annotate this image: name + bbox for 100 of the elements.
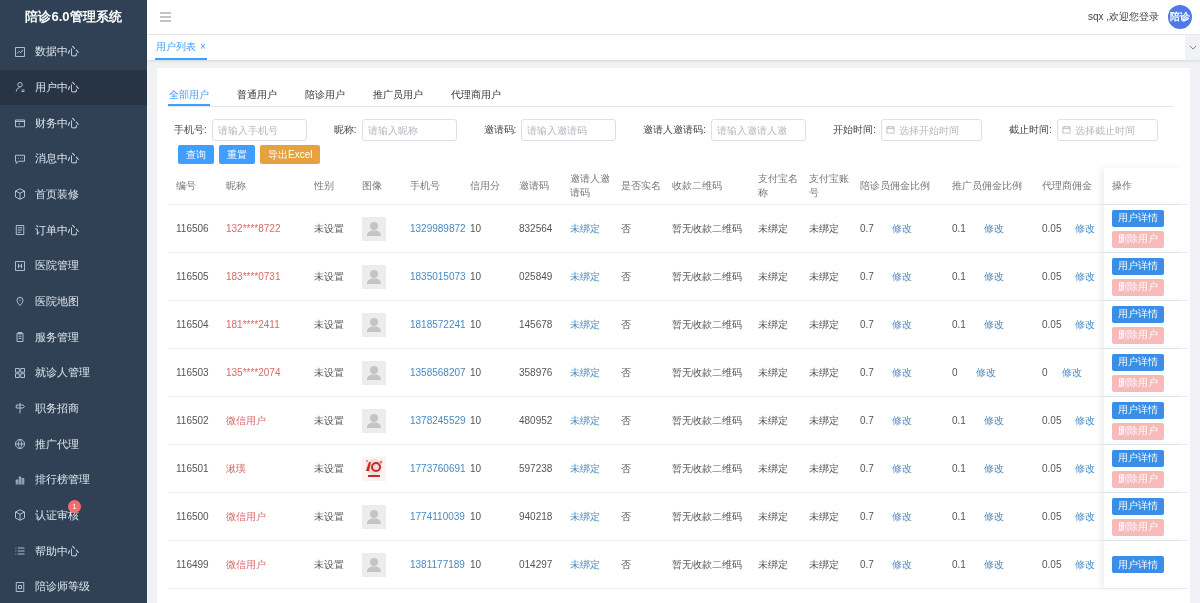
edit-link[interactable]: 修改 — [1075, 461, 1096, 476]
input-field[interactable]: 请输入昵称 — [361, 119, 457, 141]
filter-tab[interactable]: 代理商用户 — [450, 84, 502, 106]
details-button[interactable]: 用户详情 — [1112, 209, 1164, 227]
edit-link[interactable]: 修改 — [891, 221, 912, 236]
column-header: 性别 — [314, 179, 334, 193]
edit-link[interactable]: 修改 — [1061, 365, 1082, 380]
edit-link[interactable]: 修改 — [891, 461, 912, 476]
close-icon[interactable]: × — [200, 41, 206, 52]
table-cell: 暂无收款二维码 — [672, 317, 742, 332]
input-field[interactable]: 请输入邀请人邀 — [711, 119, 807, 141]
sidebar-item[interactable]: 首页装修 — [0, 176, 147, 213]
phone-link[interactable]: 1381177189 — [410, 559, 465, 570]
table-cell: 0.1 — [952, 559, 966, 570]
table-cell: 否 — [621, 557, 631, 572]
sidebar-item[interactable]: 就诊人管理 — [0, 354, 147, 391]
table-cell: 暂无收款二维码 — [672, 461, 742, 476]
table-cell: 未绑定 — [809, 461, 839, 476]
edit-link[interactable]: 修改 — [983, 221, 1004, 236]
sidebar-item[interactable]: 服务管理 — [0, 319, 147, 355]
details-button[interactable]: 用户详情 — [1112, 449, 1164, 467]
sidebar-item[interactable]: 财务中心 — [0, 105, 147, 141]
edit-link[interactable]: 修改 — [983, 509, 1004, 524]
table-cell: 否 — [621, 317, 631, 332]
column-header: 是否实名 — [621, 179, 661, 193]
edit-link[interactable]: 修改 — [891, 317, 912, 332]
sidebar-item[interactable]: 排行榜管理 — [0, 461, 147, 498]
details-button[interactable]: 用户详情 — [1112, 305, 1164, 323]
sidebar-item[interactable]: 推广代理 — [0, 426, 147, 462]
sidebar-item[interactable]: 医院管理 — [0, 247, 147, 284]
phone-link[interactable]: 1818572241 — [410, 319, 466, 330]
table-cell: 0.1 — [952, 511, 966, 522]
input-field[interactable]: 请输入邀请码 — [521, 119, 617, 141]
input-field[interactable]: 选择开始时间 — [880, 119, 982, 141]
phone-link[interactable]: 1835015073 — [410, 271, 466, 282]
phone-link[interactable]: 1329989872 — [410, 223, 466, 234]
input-field[interactable]: 请输入手机号 — [211, 119, 307, 141]
table-cell: 暂无收款二维码 — [672, 509, 742, 524]
filter-tab[interactable]: 推广员用户 — [372, 84, 424, 106]
action-button[interactable]: 查询 — [178, 145, 214, 164]
edit-link[interactable]: 修改 — [891, 557, 912, 572]
phone-link[interactable]: 1378245529 — [410, 415, 466, 426]
edit-link[interactable]: 修改 — [983, 413, 1004, 428]
user-avatar[interactable]: 陪诊 — [1168, 5, 1192, 29]
edit-link[interactable]: 修改 — [983, 461, 1004, 476]
edit-link[interactable]: 修改 — [1075, 413, 1096, 428]
edit-link[interactable]: 修改 — [983, 269, 1004, 284]
table-cell: 10 — [470, 415, 482, 426]
sidebar-item[interactable]: 陪诊师等级 — [0, 568, 147, 603]
app-title: 陪诊6.0管理系统 — [24, 8, 123, 26]
phone-link[interactable]: 1773760691 — [410, 463, 466, 474]
edit-link[interactable]: 修改 — [1075, 557, 1096, 572]
building-icon — [14, 259, 26, 272]
sidebar-item[interactable]: 消息中心 — [0, 140, 147, 177]
edit-link[interactable]: 修改 — [891, 413, 912, 428]
phone-link[interactable]: 1358568207 — [410, 367, 466, 378]
page-tab[interactable]: 用户列表 × — [155, 35, 207, 60]
details-button[interactable]: 用户详情 — [1112, 556, 1164, 573]
sidebar-item[interactable]: 数据中心 — [0, 34, 147, 70]
input-field[interactable]: 选择截止时间 — [1056, 119, 1158, 141]
action-button[interactable]: 重置 — [219, 145, 255, 164]
sidebar-item[interactable]: 职务招商 — [0, 390, 147, 427]
details-button[interactable]: 用户详情 — [1112, 353, 1164, 371]
dropdown-button[interactable] — [1185, 35, 1200, 60]
table-cell: 0.05 — [1042, 559, 1062, 570]
table-cell: 否 — [621, 221, 631, 236]
sidebar-item[interactable]: 医院地图 — [0, 283, 147, 320]
edit-link[interactable]: 修改 — [1075, 317, 1096, 332]
sidebar-item[interactable]: 用户中心 — [0, 69, 147, 106]
details-button[interactable]: 用户详情 — [1112, 401, 1164, 419]
table-cell: 未绑定 — [809, 509, 839, 524]
filter-tab[interactable]: 普通用户 — [236, 84, 278, 106]
sidebar-item[interactable]: 帮助中心 — [0, 533, 147, 569]
table-cell: 未设置 — [314, 365, 344, 380]
edit-link[interactable]: 修改 — [891, 269, 912, 284]
table-cell: 135****2074 — [226, 367, 281, 378]
edit-link[interactable]: 修改 — [983, 557, 1004, 572]
table-cell: 0.7 — [860, 223, 874, 234]
filter-tab[interactable]: 陪诊用户 — [304, 84, 346, 106]
edit-link[interactable]: 修改 — [1075, 509, 1096, 524]
table-cell: 025849 — [519, 271, 553, 282]
edit-link[interactable]: 修改 — [1075, 221, 1096, 236]
calendar-icon — [885, 125, 895, 134]
edit-link[interactable]: 修改 — [975, 365, 996, 380]
edit-link[interactable]: 修改 — [983, 317, 1004, 332]
table-cell: 132****8722 — [226, 223, 281, 234]
table-cell: 116505 — [176, 271, 209, 282]
edit-link[interactable]: 修改 — [1075, 269, 1096, 284]
details-button[interactable]: 用户详情 — [1112, 257, 1164, 275]
calendar-icon — [1061, 125, 1071, 134]
table-cell: 10 — [470, 319, 482, 330]
sidebar-item[interactable]: 订单中心 — [0, 212, 147, 248]
filter-tab[interactable]: 全部用户 — [168, 84, 210, 106]
details-button[interactable]: 用户详情 — [1112, 497, 1164, 515]
edit-link[interactable]: 修改 — [891, 365, 912, 380]
menu-icon[interactable] — [160, 12, 171, 22]
phone-link[interactable]: 1774110039 — [410, 511, 465, 522]
edit-link[interactable]: 修改 — [891, 509, 912, 524]
action-button[interactable]: 导出Excel — [260, 145, 321, 164]
table-cell: 0.7 — [860, 463, 874, 474]
